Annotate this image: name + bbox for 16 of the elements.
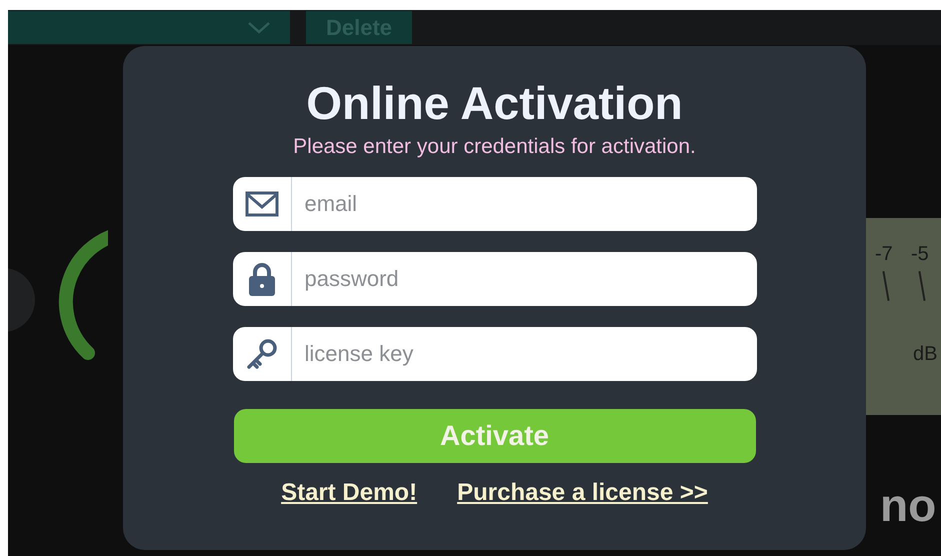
input-field[interactable]: email <box>232 177 756 232</box>
key-icon <box>244 337 278 372</box>
lock-icon <box>248 262 276 296</box>
meter-unit: dB <box>913 343 938 366</box>
link[interactable]: Purchase a license >> <box>457 479 708 508</box>
meter-scale-label: -7 <box>875 243 893 266</box>
input-field[interactable]: license key <box>232 327 756 382</box>
input-field[interactable]: password <box>232 252 756 306</box>
link[interactable]: Start Demo! <box>281 479 418 508</box>
bottom-label: no <box>880 478 936 532</box>
dialog-title: Online Activation <box>306 76 683 131</box>
meter-scale-label: -5 <box>911 243 929 266</box>
chevron-icon <box>248 22 270 34</box>
envelope-icon <box>244 191 278 218</box>
preset-field[interactable] <box>8 11 290 44</box>
dialog-subtitle: Please enter your credentials for activation. <box>293 135 696 160</box>
